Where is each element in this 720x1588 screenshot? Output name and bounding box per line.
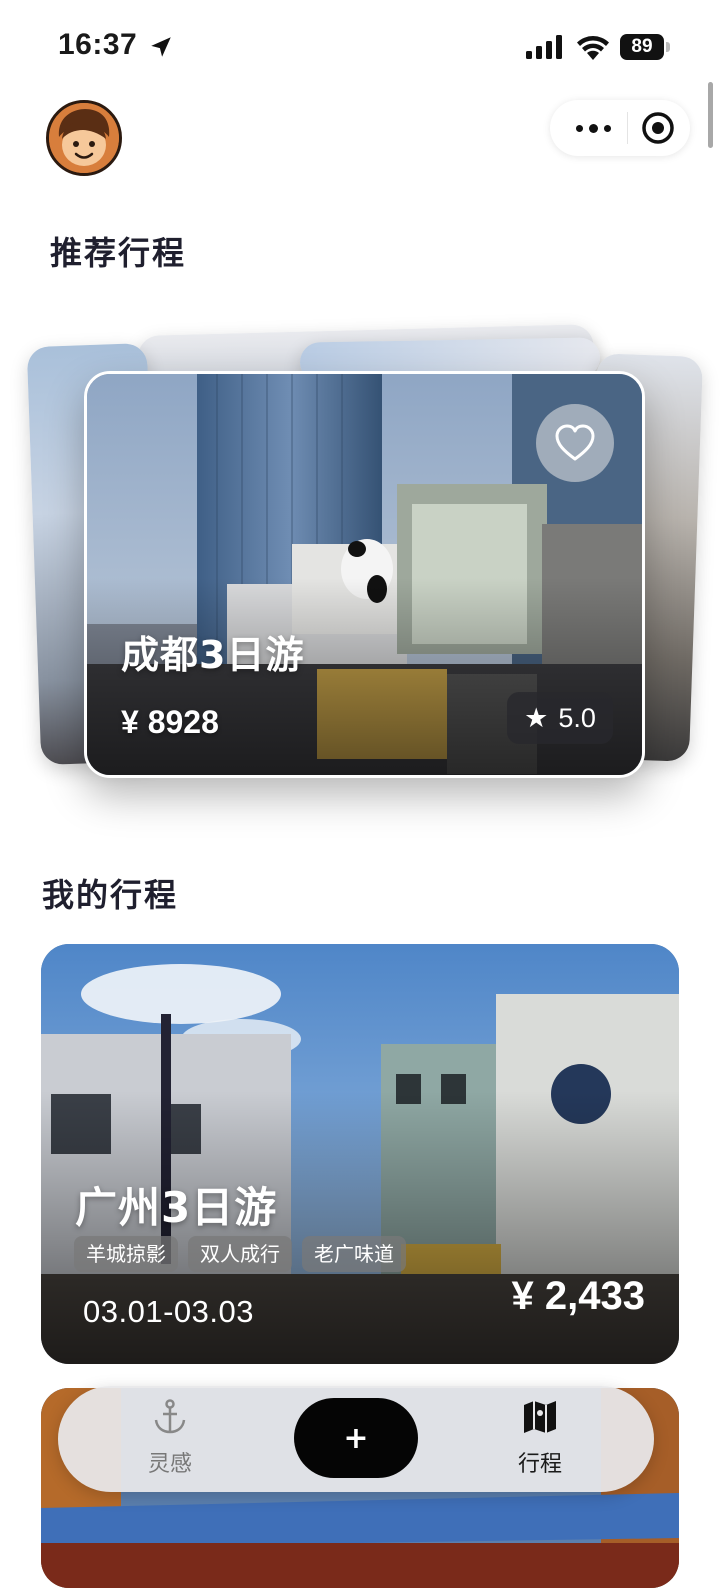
trip-price: ¥ 8928	[121, 704, 219, 740]
tab-trips-label: 行程	[517, 1452, 562, 1477]
trip-dates: 03.01-03.03	[83, 1294, 254, 1329]
map-icon	[524, 1401, 556, 1433]
target-icon[interactable]	[640, 110, 676, 146]
trip-title: 成都3日游	[121, 633, 305, 677]
trip-tag: 双人成行	[188, 1236, 292, 1272]
bottom-tab-bar: 灵感 + 行程	[58, 1386, 654, 1492]
status-time: 16:37	[58, 28, 138, 61]
my-trips-section-title: 我的行程	[42, 876, 179, 914]
my-trip-card[interactable]: 广州3日游 羊城掠影 双人成行 老广味道 03.01-03.03 ¥ 2,433	[41, 944, 679, 1364]
status-bar: 16:37 89	[0, 0, 720, 90]
anchor-icon	[154, 1399, 186, 1434]
plus-icon: +	[343, 1420, 369, 1456]
star-icon: ★	[524, 702, 549, 733]
location-arrow-icon	[151, 37, 171, 57]
trip-tags: 羊城掠影 双人成行 老广味道	[74, 1236, 406, 1272]
avatar-face-icon	[49, 103, 119, 173]
my-trip-price: ¥ 2,433	[511, 1274, 645, 1318]
tab-trips[interactable]: 行程	[480, 1398, 600, 1482]
scrollbar[interactable]	[708, 82, 713, 148]
my-trip-title: 广州3日游	[75, 1183, 278, 1232]
heart-icon	[555, 424, 595, 461]
mini-program-capsule	[550, 100, 690, 156]
battery-icon: 89	[620, 34, 672, 60]
avatar[interactable]	[46, 100, 122, 176]
battery-level: 89	[620, 34, 664, 60]
rating-value: 5.0	[558, 702, 596, 733]
tab-inspiration[interactable]: 灵感	[110, 1398, 230, 1482]
trip-tag: 老广味道	[302, 1236, 406, 1272]
tab-inspiration-label: 灵感	[147, 1452, 192, 1477]
cellular-signal-icon	[526, 35, 562, 59]
recommended-trip-card[interactable]: 成都3日游 ¥ 8928 ★ 5.0	[84, 371, 645, 778]
favorite-button[interactable]	[536, 404, 614, 482]
rating-badge: ★ 5.0	[507, 692, 613, 744]
more-button[interactable]	[560, 100, 626, 156]
more-icon	[575, 124, 583, 132]
wifi-icon	[577, 36, 609, 60]
recommended-section-title: 推荐行程	[50, 234, 187, 272]
add-trip-button[interactable]: +	[294, 1398, 418, 1478]
trip-tag: 羊城掠影	[74, 1236, 178, 1272]
